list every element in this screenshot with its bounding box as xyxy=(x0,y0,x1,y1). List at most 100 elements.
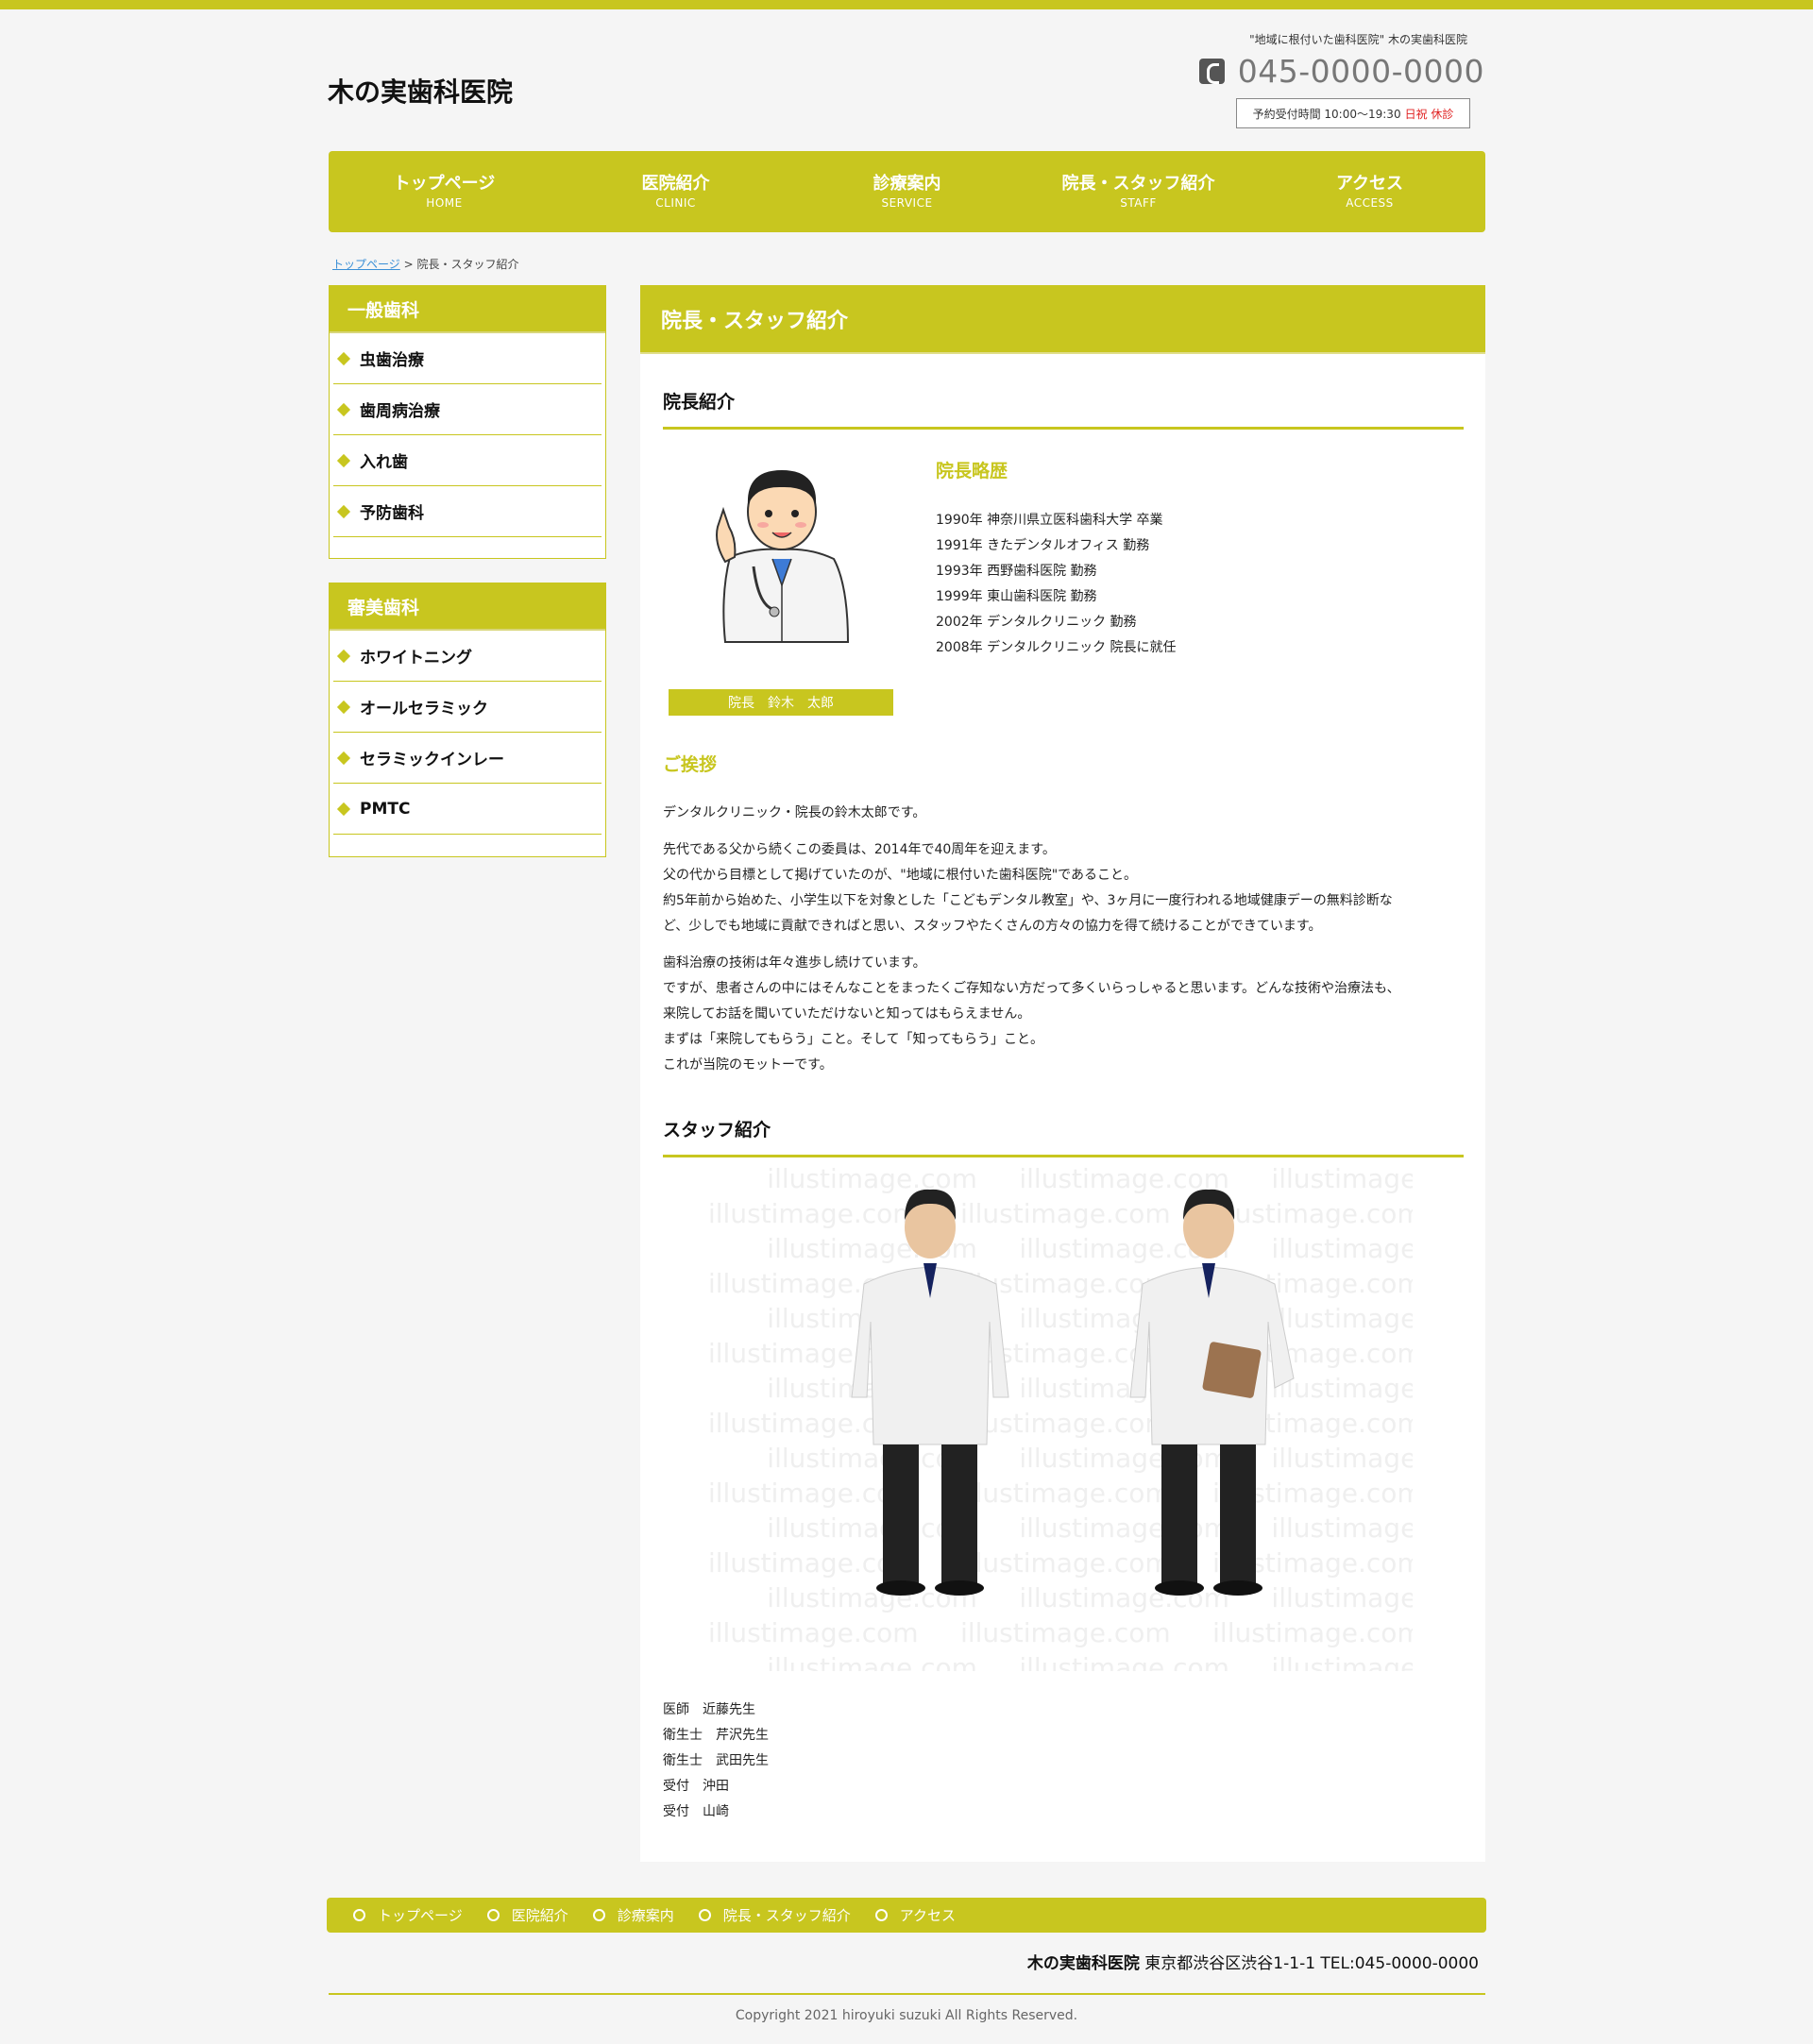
nav-item-access[interactable]: アクセス ACCESS xyxy=(1254,151,1485,232)
global-nav: トップページ HOME 医院紹介 CLINIC 診療案内 SERVICE 院長・… xyxy=(329,151,1485,232)
director-section-title: 院長紹介 xyxy=(663,388,1464,430)
staff-item: 受付 山崎 xyxy=(663,1804,729,1819)
sidebar-item[interactable]: 虫歯治療 xyxy=(333,333,602,384)
greeting-line: ですが、患者さんの中にはそんなことをまったくご存知ない方だって多くいらっしゃると… xyxy=(663,981,1400,996)
circle-bullet-icon xyxy=(353,1909,365,1921)
director-illustration xyxy=(716,470,850,643)
diamond-bullet-icon xyxy=(336,751,351,765)
sidebar-item[interactable]: ホワイトニング xyxy=(333,631,602,682)
footer-nav-label: 診療案内 xyxy=(617,1907,674,1924)
sidebar-item[interactable]: オールセラミック xyxy=(333,682,602,733)
greeting-line: 父の代から目標として掲げていたのが、"地域に根付いた歯科医院"であること。 xyxy=(663,868,1138,883)
phone-icon xyxy=(1198,59,1225,84)
sidebar-general-dentistry: 一般歯科 虫歯治療 歯周病治療 入れ歯 予防歯科 xyxy=(329,285,606,559)
sidebar-list: ホワイトニング オールセラミック セラミックインレー PMTC xyxy=(330,631,605,835)
greeting-line: 来院してお話を聞いていただけないと知ってはもらえません。 xyxy=(663,1006,1031,1022)
career-item: 2002年 デンタルクリニック 勤務 xyxy=(936,615,1137,630)
career-item: 1993年 西野歯科医院 勤務 xyxy=(936,564,1097,579)
footer-nav-item[interactable]: 診療案内 xyxy=(592,1905,674,1925)
staff-item: 医師 近藤先生 xyxy=(663,1702,755,1717)
greeting-line: 約5年前から始めた、小学生以下を対象とした「こどもデンタル教室」や、3ヶ月に一度… xyxy=(663,893,1393,908)
breadcrumb-separator: > xyxy=(399,258,417,271)
greeting-line: 歯科治療の技術は年々進歩し続けています。 xyxy=(663,955,926,971)
nav-item-staff[interactable]: 院長・スタッフ紹介 STAFF xyxy=(1023,151,1254,232)
career-item: 2008年 デンタルクリニック 院長に就任 xyxy=(936,640,1177,655)
sidebar-item[interactable]: 入れ歯 xyxy=(333,435,602,486)
greeting-paragraph: 先代である父から続くこの委員は、2014年で40周年を迎えます。 父の代から目標… xyxy=(663,837,1466,939)
sidebar-item-label: 予防歯科 xyxy=(360,504,424,523)
diamond-bullet-icon xyxy=(336,504,351,518)
nav-sublabel: STAFF xyxy=(1120,195,1157,210)
greeting-line: ど、少しでも地域に貢献できればと思い、スタッフやたくさんの方々の協力を得て続ける… xyxy=(663,919,1322,934)
circle-bullet-icon xyxy=(874,1909,888,1921)
sidebar-item[interactable]: PMTC xyxy=(333,784,602,835)
sidebar-item[interactable]: 歯周病治療 xyxy=(333,384,602,435)
page-title: 院長・スタッフ紹介 xyxy=(640,285,1485,354)
nav-item-service[interactable]: 診療案内 SERVICE xyxy=(791,151,1023,232)
breadcrumb-current: 院長・スタッフ紹介 xyxy=(416,258,519,271)
diamond-bullet-icon xyxy=(336,402,351,416)
footer-nav: トップページ 医院紹介 診療案内 院長・スタッフ紹介 アクセス xyxy=(327,1898,1486,1933)
greeting-line: 先代である父から続くこの委員は、2014年で40周年を迎えます。 xyxy=(663,842,1056,857)
sidebar-item-label: セラミックインレー xyxy=(360,751,504,769)
greeting-heading: ご挨拶 xyxy=(663,754,718,775)
sidebar-item[interactable]: セラミックインレー xyxy=(333,733,602,784)
diamond-bullet-icon xyxy=(336,802,351,816)
career-item: 1990年 神奈川県立医科歯科大学 卒業 xyxy=(936,513,1163,528)
sidebar-item-label: 虫歯治療 xyxy=(360,351,424,370)
career-list: 1990年 神奈川県立医科歯科大学 卒業 1991年 きたデンタルオフィス 勤務… xyxy=(936,508,1177,661)
footer-nav-label: 院長・スタッフ紹介 xyxy=(722,1907,851,1924)
sidebar-item-label: ホワイトニング xyxy=(360,649,472,667)
staff-item: 衛生士 武田先生 xyxy=(663,1753,769,1768)
greeting-paragraph: 歯科治療の技術は年々進歩し続けています。 ですが、患者さんの中にはそんなことをま… xyxy=(663,951,1466,1078)
nav-label: アクセス xyxy=(1335,174,1404,194)
footer-nav-item[interactable]: トップページ xyxy=(353,1905,463,1925)
footer-address-text: 東京都渋谷区渋谷1-1-1 TEL:045-0000-0000 xyxy=(1144,1954,1479,1973)
staff-list: 医師 近藤先生 衛生士 芹沢先生 衛生士 武田先生 受付 沖田 受付 山崎 xyxy=(663,1698,769,1825)
sidebar-item-label: PMTC xyxy=(360,799,411,819)
sidebar-item-label: 歯周病治療 xyxy=(360,402,440,421)
sidebar-list: 虫歯治療 歯周病治療 入れ歯 予防歯科 xyxy=(330,333,605,537)
nav-label: トップページ xyxy=(393,174,496,194)
staff-illustration: illustimage.com illustimage.com illustim… xyxy=(708,1161,1413,1671)
nav-sublabel: CLINIC xyxy=(655,195,696,210)
nav-sublabel: HOME xyxy=(426,195,463,210)
sidebar-item-label: オールセラミック xyxy=(360,700,488,718)
greeting-text: デンタルクリニック・院長の鈴木太郎です。 先代である父から続くこの委員は、201… xyxy=(663,801,1466,1090)
footer-divider xyxy=(329,1993,1485,1995)
footer-nav-item[interactable]: 医院紹介 xyxy=(486,1905,568,1925)
circle-bullet-icon xyxy=(698,1909,711,1921)
site-logo[interactable]: 木の実歯科医院 xyxy=(328,72,513,110)
phone-number[interactable]: 045-0000-0000 xyxy=(1238,53,1484,90)
career-item: 1999年 東山歯科医院 勤務 xyxy=(936,589,1097,604)
footer-nav-label: 医院紹介 xyxy=(511,1907,568,1924)
staff-section-title: スタッフ紹介 xyxy=(663,1116,1464,1157)
greeting-line: これが当院のモットーです。 xyxy=(663,1057,833,1073)
nav-label: 診療案内 xyxy=(873,174,941,194)
greeting-line: まずは「来院してもらう」こと。そして「知ってもらう」こと。 xyxy=(663,1032,1044,1047)
sidebar-heading: 審美歯科 xyxy=(330,583,605,631)
top-accent-bar xyxy=(0,0,1813,9)
reservation-hours: 予約受付時間 10:00～19:30 日祝 休診 xyxy=(1236,98,1470,128)
career-item: 1991年 きたデンタルオフィス 勤務 xyxy=(936,538,1150,553)
holiday-label: 日祝 休診 xyxy=(1404,107,1454,121)
circle-bullet-icon xyxy=(486,1909,500,1921)
footer-nav-label: アクセス xyxy=(899,1907,957,1924)
diamond-bullet-icon xyxy=(336,700,351,714)
breadcrumb-home-link[interactable]: トップページ xyxy=(332,258,400,271)
footer-clinic-name: 木の実歯科医院 xyxy=(1026,1954,1140,1973)
sidebar-item-label: 入れ歯 xyxy=(360,453,408,472)
sidebar-heading: 一般歯科 xyxy=(330,286,605,333)
nav-item-clinic[interactable]: 医院紹介 CLINIC xyxy=(560,151,791,232)
nav-sublabel: ACCESS xyxy=(1346,195,1394,210)
footer-nav-item[interactable]: アクセス xyxy=(874,1905,957,1925)
footer-nav-item[interactable]: 院長・スタッフ紹介 xyxy=(698,1905,851,1925)
diamond-bullet-icon xyxy=(336,649,351,663)
footer-nav-label: トップページ xyxy=(378,1907,463,1924)
staff-figures xyxy=(851,1189,1295,1596)
phone-block: 045-0000-0000 xyxy=(1198,53,1484,90)
nav-item-home[interactable]: トップページ HOME xyxy=(329,151,560,232)
sidebar-item[interactable]: 予防歯科 xyxy=(333,486,602,537)
staff-item: 衛生士 芹沢先生 xyxy=(663,1728,769,1743)
site-tagline: "地域に根付いた歯科医院" 木の実歯科医院 xyxy=(1249,33,1467,46)
